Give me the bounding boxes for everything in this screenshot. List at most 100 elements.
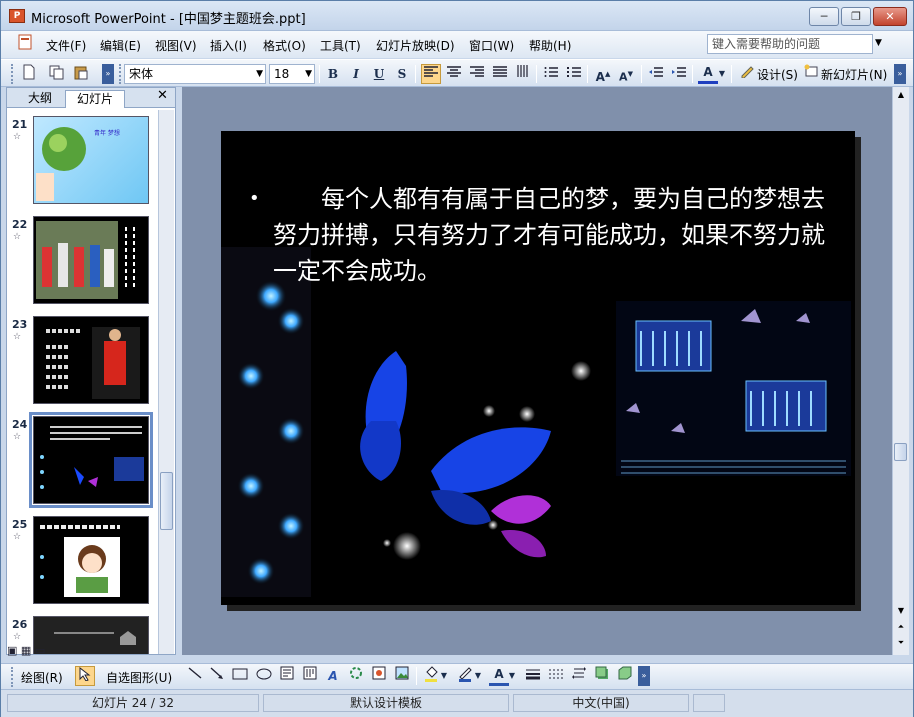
align-right-icon[interactable] [467,64,487,84]
slideshow-view-icon[interactable]: ▭ [35,644,45,657]
decrease-indent-icon[interactable] [646,64,666,84]
distribute-icon[interactable] [490,64,510,84]
arrow-tool-icon[interactable] [207,666,227,686]
chevron-down-icon[interactable]: ▼ [717,64,727,84]
font-size-select[interactable]: 18 ▼ [269,64,315,84]
scroll-thumb[interactable] [160,472,173,530]
align-center-icon[interactable] [444,64,464,84]
autoshapes-button[interactable]: 自选图形(U) [106,669,172,686]
menu-insert[interactable]: 插入(I) [210,37,247,54]
increase-indent-icon[interactable] [669,64,689,84]
slide-thumbnail[interactable] [33,516,149,604]
toolbar-grip[interactable] [11,64,14,84]
ppt-icon[interactable]: P [9,9,25,23]
menu-file[interactable]: 文件(F) [46,37,86,54]
scroll-thumb[interactable] [894,443,907,461]
slide-number: 26 [12,618,28,631]
bullets-icon[interactable] [564,64,584,84]
numbering-icon[interactable] [541,64,561,84]
next-slide-icon[interactable]: ⏷ [893,635,909,651]
previous-slide-icon[interactable]: ⏶ [893,619,909,635]
scroll-up-icon[interactable]: ▲ [893,87,909,103]
normal-view-icon[interactable]: ▣ [7,644,17,657]
title-bar: P Microsoft PowerPoint - [中国梦主题班会.ppt] ─… [1,1,913,31]
chevron-down-icon[interactable]: ▼ [507,666,517,686]
slide-thumbnail[interactable] [33,616,149,654]
wordart-icon[interactable]: A [323,666,343,686]
menu-slideshow[interactable]: 幻灯片放映(D) [376,37,455,54]
close-icon[interactable]: ✕ [157,88,168,103]
minimize-button[interactable]: ─ [809,7,839,26]
tab-outline[interactable]: 大纲 [19,90,61,108]
font-color-icon[interactable]: A [489,666,509,686]
copy-icon[interactable] [47,64,67,84]
thumbnails-scrollbar[interactable] [158,110,174,654]
vertical-textbox-icon[interactable] [300,666,320,686]
draw-menu-button[interactable]: 绘图(R) [21,669,63,686]
slide-thumbnail[interactable] [33,316,149,404]
scroll-down-icon[interactable]: ▼ [893,603,909,619]
line-style-icon[interactable] [523,666,543,686]
close-button[interactable]: ✕ [873,7,907,26]
toolbar-options-icon[interactable]: » [102,64,114,84]
menu-view[interactable]: 视图(V) [155,37,197,54]
line-color-icon[interactable] [455,666,475,686]
slide-thumbnail-selected[interactable] [29,412,153,508]
design-button[interactable]: 设计(S) [757,66,798,83]
slide-body-text[interactable]: • 每个人都有有属于自己的梦，要为自己的梦想去努力拼搏，只有努力了才有可能成功，… [249,181,833,289]
shadow-style-icon[interactable] [592,666,612,686]
design-icon[interactable] [737,64,757,84]
slide-paragraph: 每个人都有有属于自己的梦，要为自己的梦想去努力拼搏，只有努力了才有可能成功，如果… [273,185,825,285]
align-left-icon[interactable] [421,64,441,84]
view-buttons: ▣ ▦ ▭ [7,644,45,658]
tab-slides[interactable]: 幻灯片 [65,90,125,108]
textbox-icon[interactable] [277,666,297,686]
chevron-down-icon[interactable]: ▼ [473,666,483,686]
fill-color-icon[interactable] [421,666,441,686]
clipart-icon[interactable] [369,666,389,686]
dash-style-icon[interactable] [546,666,566,686]
menu-format[interactable]: 格式(O) [263,37,306,54]
picture-icon[interactable] [392,666,412,686]
3d-style-icon[interactable] [615,666,635,686]
underline-button[interactable]: U [369,64,389,84]
menu-tools[interactable]: 工具(T) [320,37,361,54]
diagram-icon[interactable] [346,666,366,686]
menu-help[interactable]: 帮助(H) [529,37,571,54]
rectangle-tool-icon[interactable] [230,666,250,686]
design-template-name[interactable]: 默认设计模板 [263,694,509,712]
change-direction-icon[interactable] [513,64,533,84]
chevron-down-icon[interactable]: ▼ [439,666,449,686]
new-file-icon[interactable] [19,64,39,84]
new-slide-button[interactable]: 新幻灯片(N) [821,66,887,83]
toolbar-grip[interactable] [119,64,122,84]
font-color-icon[interactable]: A [698,64,718,84]
toolbar-options-icon[interactable]: » [894,64,906,84]
italic-button[interactable]: I [346,64,366,84]
menu-window[interactable]: 窗口(W) [469,37,514,54]
slide-thumbnail[interactable]: 青年 梦想 [33,116,149,204]
chevron-down-icon[interactable]: ▼ [875,38,882,48]
restore-button[interactable]: ❐ [841,7,871,26]
menu-edit[interactable]: 编辑(E) [100,37,141,54]
shadow-button[interactable]: S [392,64,412,84]
slide-number: 25 [12,518,28,531]
toolbar-grip[interactable] [11,667,14,687]
slide-thumbnail[interactable] [33,216,149,304]
select-objects-icon[interactable] [75,666,95,686]
doc-icon[interactable] [15,34,35,54]
increase-font-icon[interactable]: A▲ [593,64,613,84]
sorter-view-icon[interactable]: ▦ [21,644,31,657]
toolbar-options-icon[interactable]: » [638,666,650,686]
bold-button[interactable]: B [323,64,343,84]
paste-icon[interactable] [71,64,91,84]
font-name-select[interactable]: 宋体 ▼ [124,64,266,84]
arrow-style-icon[interactable] [569,666,589,686]
current-slide[interactable]: • 每个人都有有属于自己的梦，要为自己的梦想去努力拼搏，只有努力了才有可能成功，… [221,131,855,605]
line-tool-icon[interactable] [185,666,205,686]
new-slide-icon[interactable] [801,64,821,84]
oval-tool-icon[interactable] [254,666,274,686]
help-search-input[interactable]: 键入需要帮助的问题 [707,34,873,54]
decrease-font-icon[interactable]: A▼ [616,64,636,84]
editor-scrollbar[interactable]: ▲ ▼ ⏶ ⏷ [892,87,909,655]
